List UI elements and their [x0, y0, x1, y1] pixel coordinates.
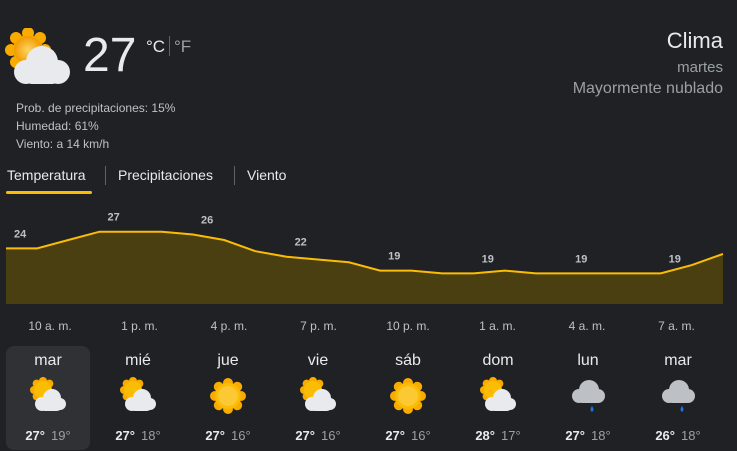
forecast-day-name: sáb: [395, 352, 421, 369]
forecast-low: 17°: [501, 428, 521, 443]
forecast-temps: 27° 19°: [6, 428, 90, 443]
tab-precipitation[interactable]: Precipitaciones: [118, 167, 213, 183]
tab-divider: [105, 166, 106, 185]
forecast-low: 16°: [411, 428, 431, 443]
forecast-day[interactable]: dom 28° 17°: [456, 346, 540, 450]
forecast-day-name: jue: [217, 352, 239, 369]
partly-cloudy-icon: [28, 376, 68, 416]
unit-fahrenheit-toggle[interactable]: °F: [174, 37, 191, 57]
temperature-value-label: 19: [388, 251, 400, 263]
partly-cloudy-icon: [298, 376, 338, 416]
tab-temperature[interactable]: Temperatura: [7, 167, 86, 183]
temperature-chart[interactable]: 24 27 26 22 19 19 19 19 10 a. m. 1 p. m. 4 p. m. 7…: [0, 210, 737, 340]
partly-cloudy-day-icon: [4, 27, 74, 88]
forecast-low: 18°: [591, 428, 611, 443]
tab-divider: [234, 166, 235, 185]
forecast-day[interactable]: mié 27° 18°: [96, 346, 180, 450]
forecast-temps: 27° 18°: [546, 428, 630, 443]
wind: Viento: a 14 km/h: [16, 137, 110, 151]
current-day: martes: [677, 59, 723, 76]
unit-celsius-toggle[interactable]: °C: [146, 37, 165, 57]
temperature-value-label: 22: [295, 237, 307, 249]
forecast-day[interactable]: sáb 27° 16°: [366, 346, 450, 450]
temperature-value-label: 19: [575, 253, 587, 265]
forecast-temps: 28° 17°: [456, 428, 540, 443]
forecast-day-name: mié: [125, 352, 151, 369]
forecast-low: 18°: [681, 428, 701, 443]
temperature-value-label: 19: [669, 253, 681, 265]
weather-description: Mayormente nublado: [572, 80, 723, 97]
sunny-icon: [208, 376, 248, 416]
forecast-high: 27°: [115, 428, 135, 443]
forecast-day[interactable]: vie 27° 16°: [276, 346, 360, 450]
forecast-temps: 27° 16°: [186, 428, 270, 443]
temperature-value-label: 19: [482, 253, 494, 265]
partly-cloudy-icon: [478, 376, 518, 416]
forecast-temps: 27° 16°: [366, 428, 450, 443]
forecast-high: 28°: [475, 428, 495, 443]
temperature-value-label: 24: [14, 228, 27, 240]
hour-label: 7 p. m.: [300, 319, 337, 333]
forecast-high: 27°: [25, 428, 45, 443]
forecast-day[interactable]: jue 27° 16°: [186, 346, 270, 450]
forecast-high: 27°: [295, 428, 315, 443]
forecast-high: 27°: [205, 428, 225, 443]
humidity: Humedad: 61%: [16, 119, 99, 133]
forecast-day-name: lun: [577, 352, 599, 369]
hour-label: 1 p. m.: [121, 319, 158, 333]
partly-cloudy-icon: [118, 376, 158, 416]
forecast-day[interactable]: mar 27° 19°: [6, 346, 90, 450]
hour-label: 10 a. m.: [28, 319, 71, 333]
forecast-temps: 27° 16°: [276, 428, 360, 443]
temperature-area: [6, 231, 723, 304]
hour-label: 4 a. m.: [569, 319, 606, 333]
forecast-day-name: dom: [482, 352, 514, 369]
current-temperature: 27: [83, 29, 137, 82]
forecast-temps: 27° 18°: [96, 428, 180, 443]
forecast-high: 27°: [565, 428, 585, 443]
forecast-high: 27°: [385, 428, 405, 443]
rain-icon: [568, 376, 608, 416]
hour-label: 4 p. m.: [211, 319, 248, 333]
forecast-temps: 26° 18°: [636, 428, 720, 443]
forecast-day[interactable]: mar 26° 18°: [636, 346, 720, 450]
forecast-day-name: vie: [307, 352, 329, 369]
forecast-day-name: mar: [34, 352, 62, 369]
temperature-value-label: 26: [201, 214, 213, 226]
forecast-high: 26°: [655, 428, 675, 443]
temperature-value-label: 27: [108, 212, 120, 224]
sunny-icon: [388, 376, 428, 416]
forecast-low: 16°: [231, 428, 251, 443]
hour-label: 1 a. m.: [479, 319, 516, 333]
forecast-low: 19°: [51, 428, 71, 443]
tab-wind[interactable]: Viento: [247, 167, 286, 183]
forecast-low: 18°: [141, 428, 161, 443]
forecast-day-name: mar: [664, 352, 692, 369]
forecast-low: 16°: [321, 428, 341, 443]
hour-label: 7 a. m.: [658, 319, 695, 333]
hour-label: 10 p. m.: [386, 319, 429, 333]
active-tab-indicator: [6, 191, 92, 194]
unit-separator: [169, 36, 170, 56]
widget-title: Clima: [666, 28, 723, 53]
forecast-day[interactable]: lun 27° 18°: [546, 346, 630, 450]
rain-icon: [658, 376, 698, 416]
precipitation-probability: Prob. de precipitaciones: 15%: [16, 101, 176, 115]
